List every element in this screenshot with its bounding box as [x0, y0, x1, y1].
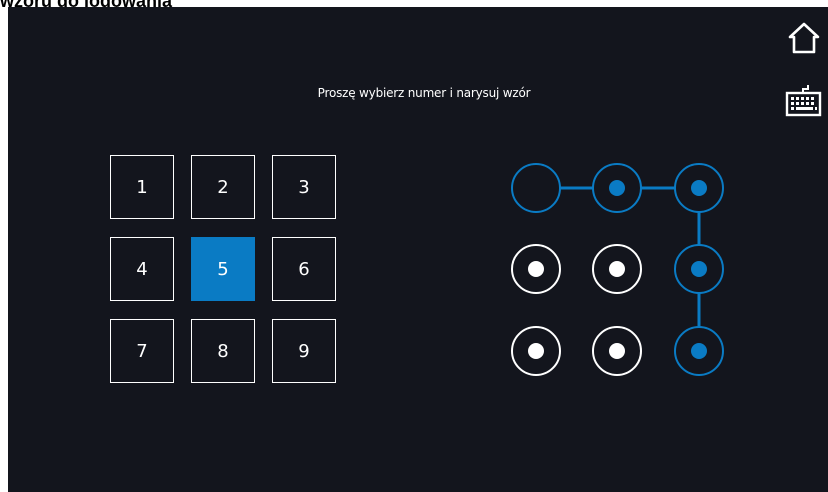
pattern-node-dot: [528, 261, 544, 277]
pattern-node-6[interactable]: [674, 244, 724, 294]
pattern-node-1[interactable]: [511, 163, 561, 213]
pattern-node-dot: [609, 180, 625, 196]
pattern-node-2[interactable]: [592, 163, 642, 213]
pattern-node-7[interactable]: [511, 326, 561, 376]
pattern-node-dot: [691, 180, 707, 196]
pattern-node-dot: [528, 343, 544, 359]
pattern-node-5[interactable]: [592, 244, 642, 294]
pattern-node-dot: [609, 261, 625, 277]
pattern-node-3[interactable]: [674, 163, 724, 213]
pattern-node-dot: [609, 343, 625, 359]
pattern-node-dot: [691, 261, 707, 277]
pattern-grid: [511, 163, 724, 376]
pattern-node-4[interactable]: [511, 244, 561, 294]
pattern-node-9[interactable]: [674, 326, 724, 376]
pattern-node-8[interactable]: [592, 326, 642, 376]
pattern-node-dot: [691, 343, 707, 359]
